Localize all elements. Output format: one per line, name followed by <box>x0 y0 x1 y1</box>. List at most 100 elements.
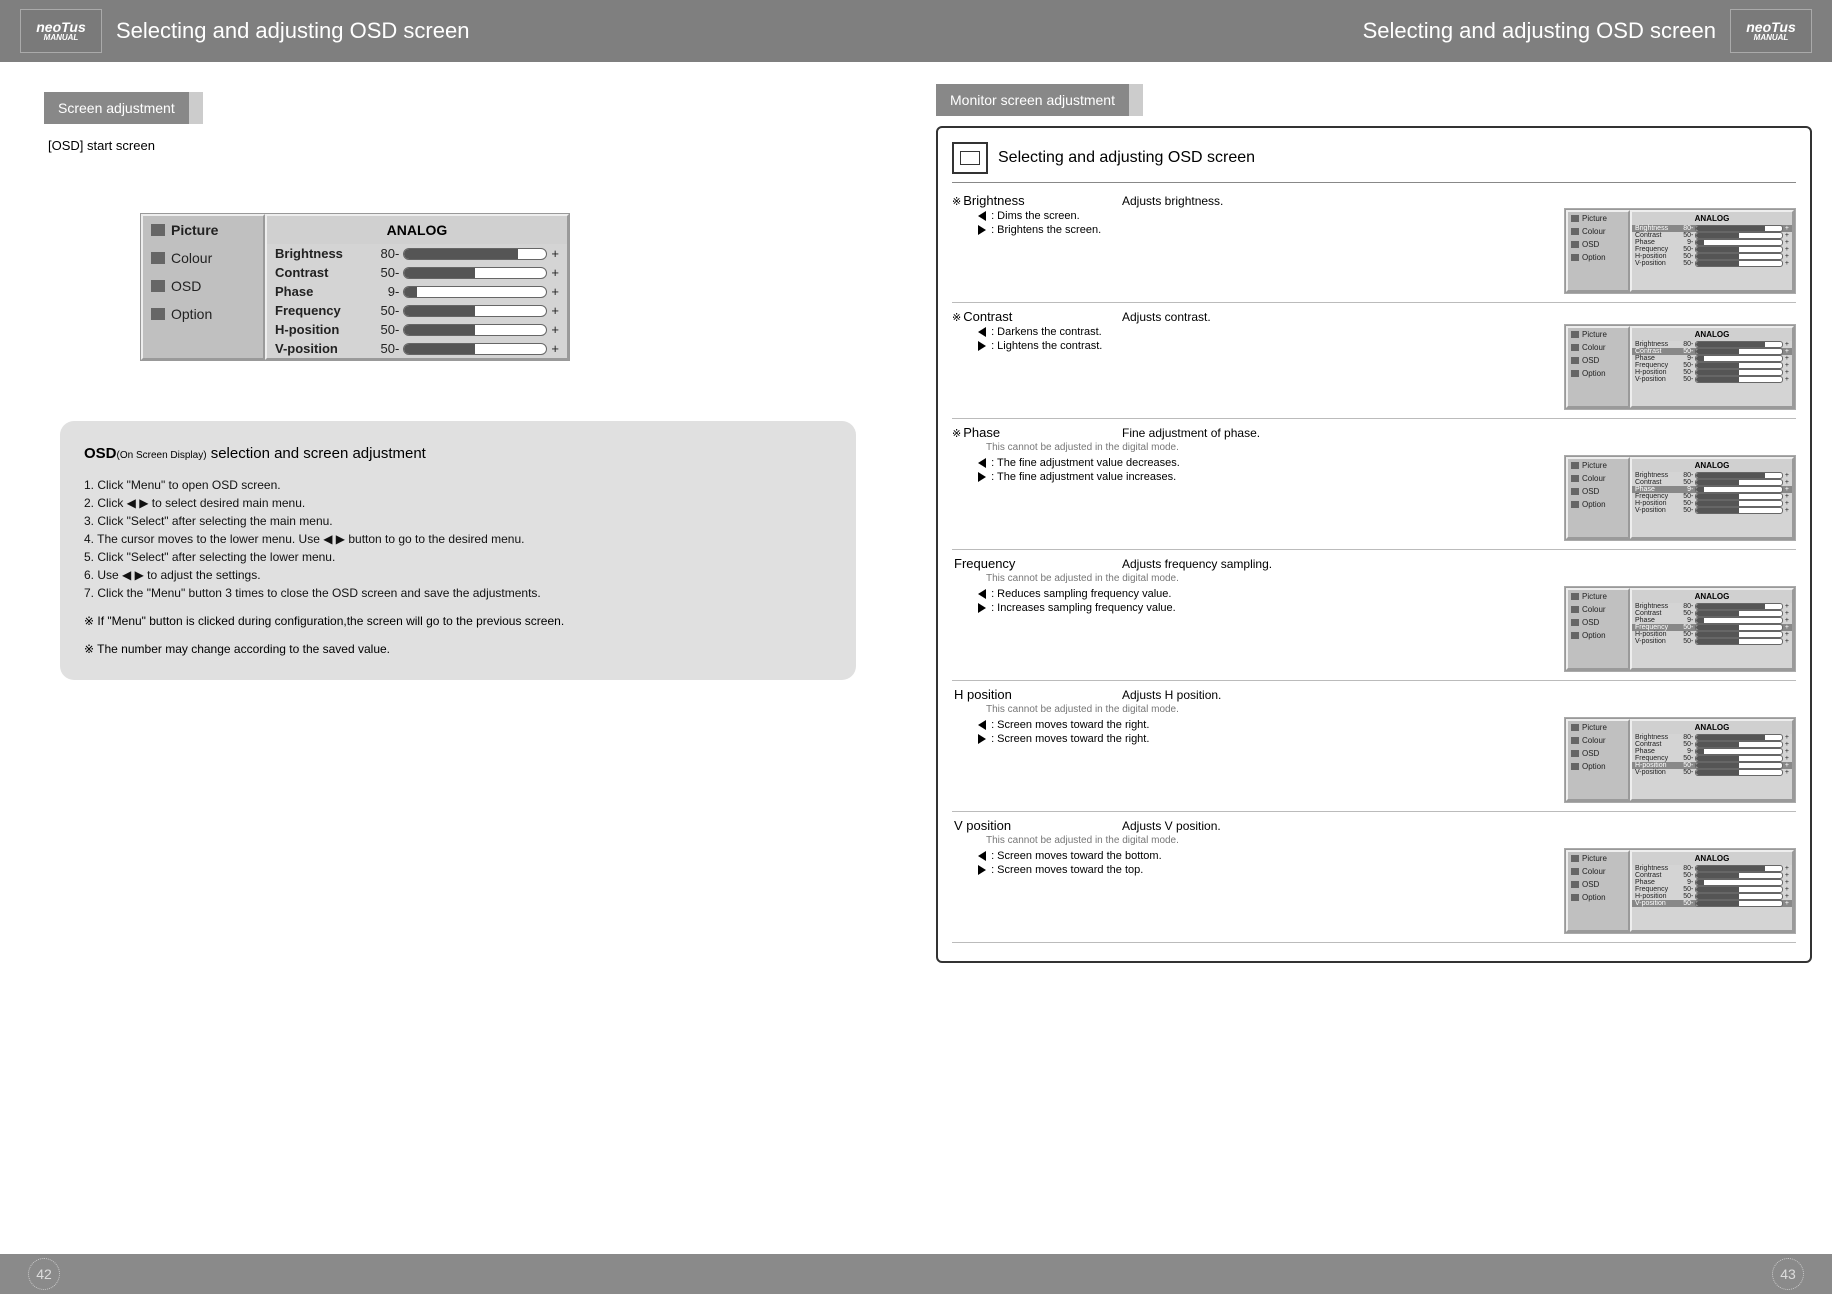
osd-slider-row[interactable]: Contrast50 - + <box>267 263 567 282</box>
setting-h-position: H positionAdjusts H position.This cannot… <box>952 685 1796 812</box>
setting-desc: Adjusts contrast. <box>1122 310 1211 324</box>
osd-menu-colour[interactable]: Colour <box>143 244 263 272</box>
setting-contrast: ※ContrastAdjusts contrast. : Darkens the… <box>952 307 1796 419</box>
slider-value: 50 <box>365 341 395 356</box>
left-arrow-icon <box>978 211 986 221</box>
slider-track[interactable] <box>403 324 547 336</box>
setting-actions: : Screen moves toward the bottom. : Scre… <box>952 848 1554 878</box>
setting-name: ※Phase <box>952 425 1122 440</box>
osd-menu-osd[interactable]: OSD <box>143 272 263 300</box>
osd-thumbnail: PictureColourOSDOptionANALOGBrightness80… <box>1564 455 1796 541</box>
brand-logo: neoTusMANUAL <box>1730 9 1812 53</box>
picture-icon <box>151 224 165 236</box>
osd-window: Picture Colour OSD Option ANALOG Brightn… <box>140 213 570 361</box>
slider-track[interactable] <box>403 267 547 279</box>
instruction-note: ※ If "Menu" button is clicked during con… <box>84 614 832 628</box>
setting-brightness: ※BrightnessAdjusts brightness. : Dims th… <box>952 191 1796 303</box>
instruction-step: 1. Click "Menu" to open OSD screen. <box>84 478 832 492</box>
setting-phase: ※PhaseFine adjustment of phase.This cann… <box>952 423 1796 550</box>
setting-desc: Fine adjustment of phase. <box>1122 426 1260 440</box>
footer-bar-right: 43 <box>916 1254 1832 1294</box>
osd-slider-row[interactable]: Frequency50 - + <box>267 301 567 320</box>
digital-mode-note: This cannot be adjusted in the digital m… <box>952 440 1796 455</box>
page-header-left: neoTusMANUAL Selecting and adjusting OSD… <box>0 0 916 62</box>
setting-actions: : Darkens the contrast. : Lightens the c… <box>952 324 1554 354</box>
action-right: : The fine adjustment value increases. <box>991 471 1176 483</box>
setting-actions: : The fine adjustment value decreases. :… <box>952 455 1554 485</box>
monitor-icon <box>952 142 988 174</box>
slider-label: Contrast <box>275 265 365 280</box>
osd-slider-row[interactable]: Phase9 - + <box>267 282 567 301</box>
action-right: : Screen moves toward the right. <box>991 733 1149 745</box>
osd-slider-row[interactable]: V-position50 - + <box>267 339 567 358</box>
setting-actions: : Screen moves toward the right. : Scree… <box>952 717 1554 747</box>
osd-thumbnail: PictureColourOSDOptionANALOGBrightness80… <box>1564 208 1796 294</box>
osd-slider-row[interactable]: Brightness80 - + <box>267 244 567 263</box>
option-icon <box>151 308 165 320</box>
setting-desc: Adjusts frequency sampling. <box>1122 557 1272 571</box>
left-arrow-icon <box>978 720 986 730</box>
osd-thumbnail: PictureColourOSDOptionANALOGBrightness80… <box>1564 586 1796 672</box>
left-arrow-icon <box>978 458 986 468</box>
setting-v-position: V positionAdjusts V position.This cannot… <box>952 816 1796 943</box>
setting-desc: Adjusts brightness. <box>1122 194 1223 208</box>
slider-track[interactable] <box>403 248 547 260</box>
setting-name: V position <box>952 818 1122 833</box>
action-left: : Reduces sampling frequency value. <box>991 588 1171 600</box>
panel-title: Selecting and adjusting OSD screen <box>998 149 1255 167</box>
slider-track[interactable] <box>403 305 547 317</box>
setting-name: H position <box>952 687 1122 702</box>
instructions-heading: OSD(On Screen Display) selection and scr… <box>84 445 832 462</box>
slider-label: H-position <box>275 322 365 337</box>
osd-menu: Picture Colour OSD Option <box>141 214 265 360</box>
slider-label: Phase <box>275 284 365 299</box>
setting-name: ※Contrast <box>952 309 1122 324</box>
setting-frequency: FrequencyAdjusts frequency sampling.This… <box>952 554 1796 681</box>
instruction-step: 7. Click the "Menu" button 3 times to cl… <box>84 586 832 600</box>
section-heading: Screen adjustment <box>44 92 203 124</box>
action-left: : Screen moves toward the right. <box>991 719 1149 731</box>
slider-value: 50 <box>365 303 395 318</box>
setting-desc: Adjusts H position. <box>1122 688 1221 702</box>
right-arrow-icon <box>978 225 986 235</box>
left-arrow-icon <box>978 851 986 861</box>
slider-value: 50 <box>365 265 395 280</box>
osd-menu-picture[interactable]: Picture <box>143 216 263 244</box>
page-number: 43 <box>1772 1258 1804 1290</box>
right-arrow-icon <box>978 341 986 351</box>
setting-name: Frequency <box>952 556 1122 571</box>
instruction-step: 3. Click "Select" after selecting the ma… <box>84 514 832 528</box>
slider-label: V-position <box>275 341 365 356</box>
header-title: Selecting and adjusting OSD screen <box>116 18 469 44</box>
osd-menu-option[interactable]: Option <box>143 300 263 328</box>
slider-value: 9 <box>365 284 395 299</box>
osd-slider-row[interactable]: H-position50 - + <box>267 320 567 339</box>
osd-start-label: [OSD] start screen <box>44 124 916 153</box>
slider-track[interactable] <box>403 343 547 355</box>
left-arrow-icon <box>978 327 986 337</box>
instructions-steps: 1. Click "Menu" to open OSD screen. 2. Cl… <box>84 478 832 600</box>
slider-label: Brightness <box>275 246 365 261</box>
instructions-box: OSD(On Screen Display) selection and scr… <box>60 421 856 680</box>
setting-actions: : Reduces sampling frequency value. : In… <box>952 586 1554 616</box>
footer-bar-left: 42 <box>0 1254 916 1294</box>
action-left: : The fine adjustment value decreases. <box>991 457 1180 469</box>
slider-value: 50 <box>365 322 395 337</box>
page-number: 42 <box>28 1258 60 1290</box>
right-arrow-icon <box>978 603 986 613</box>
brand-logo: neoTusMANUAL <box>20 9 102 53</box>
osd-icon <box>151 280 165 292</box>
action-left: : Screen moves toward the bottom. <box>991 850 1162 862</box>
action-right: : Increases sampling frequency value. <box>991 602 1176 614</box>
digital-mode-note: This cannot be adjusted in the digital m… <box>952 702 1796 717</box>
action-left: : Dims the screen. <box>991 210 1080 222</box>
setting-desc: Adjusts V position. <box>1122 819 1221 833</box>
osd-analog-title: ANALOG <box>267 216 567 244</box>
slider-track[interactable] <box>403 286 547 298</box>
header-title: Selecting and adjusting OSD screen <box>1363 18 1716 44</box>
instruction-step: 2. Click ◀ ▶ to select desired main menu… <box>84 496 832 510</box>
osd-thumbnail: PictureColourOSDOptionANALOGBrightness80… <box>1564 324 1796 410</box>
colour-icon <box>151 252 165 264</box>
osd-thumbnail: PictureColourOSDOptionANALOGBrightness80… <box>1564 717 1796 803</box>
instruction-step: 6. Use ◀ ▶ to adjust the settings. <box>84 568 832 582</box>
